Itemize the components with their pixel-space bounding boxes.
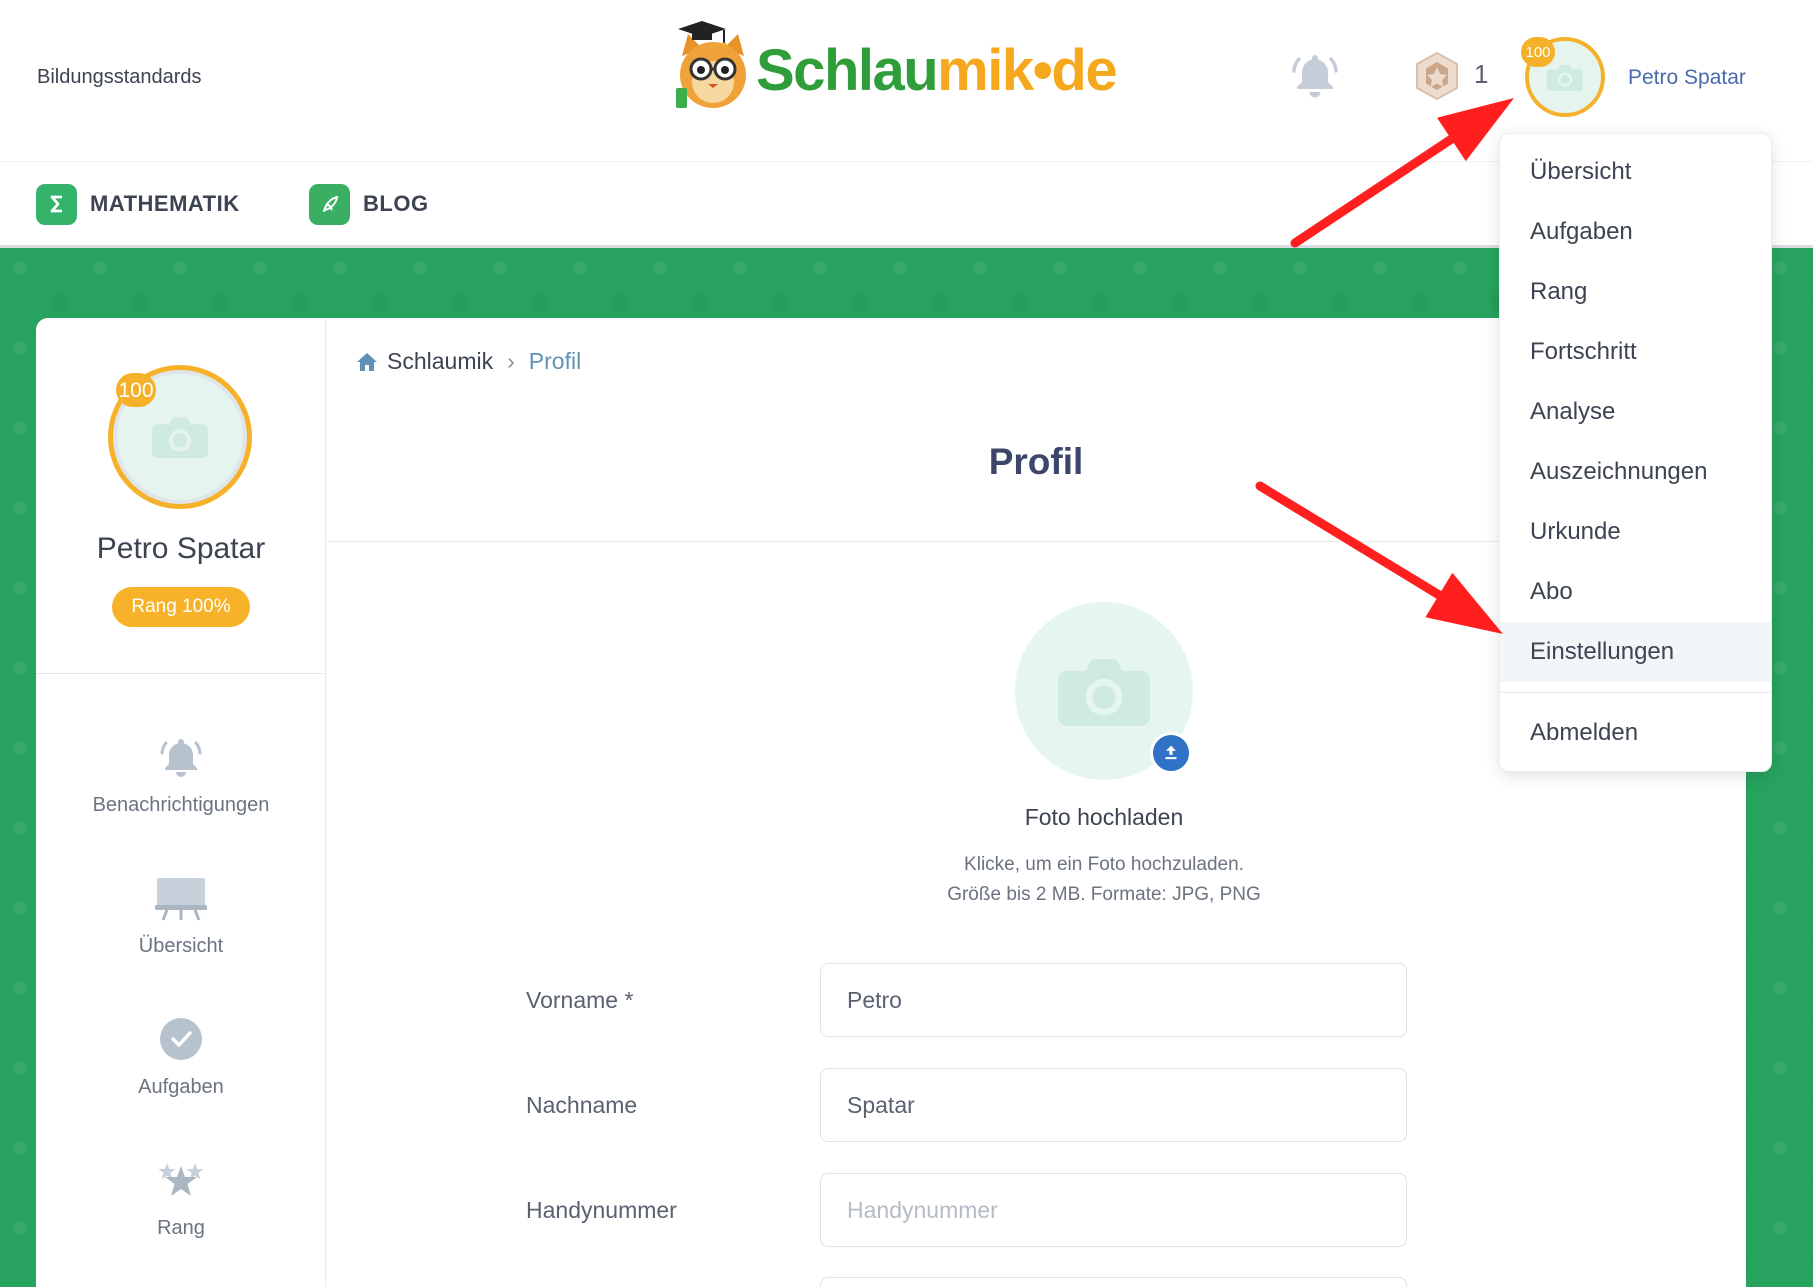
menu-item-auszeichnungen[interactable]: Auszeichnungen	[1500, 442, 1771, 502]
user-name-link[interactable]: Petro Spatar	[1628, 66, 1746, 90]
breadcrumb-home-label: Schlaumik	[387, 348, 494, 374]
logo-wordmark: Schlaumik•de	[756, 42, 1118, 100]
photo-upload-hint: Klicke, um ein Foto hochzuladen.	[964, 854, 1244, 875]
sidebar-item-rang[interactable]: Rang	[36, 1141, 326, 1282]
sidebar-item-benachrichtigungen[interactable]: Benachrichtigungen	[36, 718, 326, 859]
camera-icon	[152, 417, 208, 458]
breadcrumb-current: Profil	[528, 348, 582, 374]
breadcrumb-home-link[interactable]: Schlaumik	[355, 348, 493, 375]
board-icon	[155, 878, 207, 921]
camera-icon	[1547, 64, 1583, 91]
menu-divider	[1500, 692, 1771, 693]
last-name-label: Nachname	[526, 1092, 638, 1118]
avatar-level-badge: 100	[1521, 37, 1555, 67]
sidebar-item-label: Benachrichtigungen	[92, 794, 270, 816]
menu-item-rang[interactable]: Rang	[1500, 262, 1771, 322]
next-form-input[interactable]	[820, 1277, 1407, 1287]
user-dropdown-menu: Übersicht Aufgaben Rang Fortschritt Anal…	[1499, 133, 1772, 772]
profile-card: 100 Petro Spatar Rang 100% Benachrichtig…	[36, 318, 1746, 1287]
nav-label-blog: BLOG	[363, 191, 429, 216]
phone-input[interactable]	[820, 1173, 1407, 1247]
nav-item-mathematik[interactable]: MATHEMATIK	[36, 183, 240, 225]
nav-label-mathematik: MATHEMATIK	[90, 191, 240, 216]
photo-upload-title: Foto hochladen	[1024, 804, 1184, 830]
photo-upload-format-hint: Größe bis 2 MB. Formate: JPG, PNG	[947, 884, 1261, 905]
nav-item-blog[interactable]: BLOG	[309, 183, 429, 225]
upload-icon	[1165, 745, 1177, 760]
menu-item-abo[interactable]: Abo	[1500, 562, 1771, 622]
blog-feather-icon	[309, 183, 350, 225]
sidebar-item-label: Übersicht	[138, 935, 224, 957]
site-logo[interactable]: Schlaumik•de	[668, 18, 1120, 114]
breadcrumb: Schlaumik › Profil	[355, 348, 581, 375]
achievement-count: 1	[1474, 59, 1489, 89]
stars-icon	[158, 1163, 204, 1196]
check-circle-icon	[160, 1018, 202, 1060]
bell-icon	[160, 739, 202, 777]
breadcrumb-separator: ›	[507, 348, 515, 374]
menu-item-aufgaben[interactable]: Aufgaben	[1500, 202, 1771, 262]
sidebar-level-badge: 100	[116, 373, 156, 407]
menu-item-abmelden[interactable]: Abmelden	[1500, 703, 1771, 763]
profile-sidebar: 100 Petro Spatar Rang 100% Benachrichtig…	[36, 318, 326, 1287]
phone-label: Handynummer	[526, 1197, 677, 1223]
logo-text-orange: mik•de	[937, 38, 1117, 103]
bildungsstandards-link[interactable]: Bildungsstandards	[37, 66, 202, 89]
menu-item-urkunde[interactable]: Urkunde	[1500, 502, 1771, 562]
home-icon	[357, 352, 377, 371]
first-name-label: Vorname *	[526, 987, 634, 1013]
hexagon-badge-icon[interactable]	[1412, 51, 1462, 101]
sidebar-user-name: Petro Spatar	[96, 532, 266, 565]
rank-badge: Rang 100%	[112, 587, 250, 627]
sidebar-item-uebersicht[interactable]: Übersicht	[36, 859, 326, 1000]
sidebar-item-label: Rang	[157, 1217, 205, 1239]
menu-item-analyse[interactable]: Analyse	[1500, 382, 1771, 442]
menu-item-einstellungen[interactable]: Einstellungen	[1500, 622, 1771, 682]
upload-button[interactable]	[1150, 732, 1192, 774]
sidebar-item-aufgaben[interactable]: Aufgaben	[36, 1000, 326, 1141]
sidebar-item-label: Aufgaben	[138, 1076, 224, 1098]
menu-item-uebersicht[interactable]: Übersicht	[1500, 142, 1771, 202]
first-name-input[interactable]	[820, 963, 1407, 1037]
menu-item-fortschritt[interactable]: Fortschritt	[1500, 322, 1771, 382]
mascot-logo-icon	[676, 21, 746, 108]
camera-icon	[1058, 658, 1150, 726]
sidebar-divider	[36, 673, 326, 674]
logo-text-green: Schlau	[756, 38, 939, 103]
bell-icon[interactable]	[1290, 50, 1340, 102]
last-name-input[interactable]	[820, 1068, 1407, 1142]
sigma-icon	[36, 183, 77, 225]
